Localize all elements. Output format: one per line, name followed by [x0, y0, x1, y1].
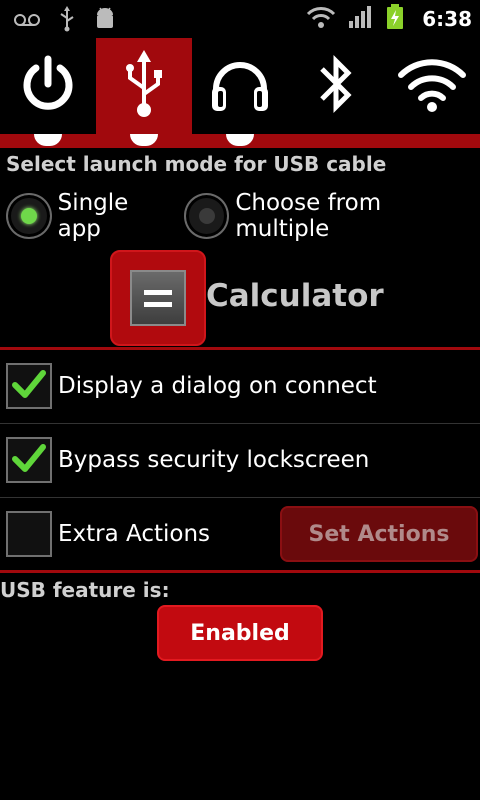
section-divider [0, 347, 480, 350]
app-picker-button[interactable] [110, 250, 206, 346]
checkmark-icon [12, 369, 46, 403]
bluetooth-icon [316, 53, 356, 119]
checkbox-extra-actions[interactable] [6, 511, 52, 557]
radio-choose-multiple-label[interactable]: Choose from multiple [235, 190, 480, 242]
checkbox-bypass-lockscreen[interactable] [6, 437, 52, 483]
usb-icon [122, 48, 166, 124]
wifi-icon [397, 55, 467, 117]
tab-power[interactable] [0, 38, 96, 134]
feature-toggle-button[interactable]: Enabled [157, 605, 323, 661]
wifi-signal-icon [306, 5, 336, 33]
android-debug-icon [94, 7, 116, 35]
launch-mode-radio-group: Single app Choose from multiple [6, 190, 480, 242]
usb-feature-label: USB feature is: [0, 578, 170, 602]
tab-usb[interactable] [96, 38, 192, 134]
clock: 6:38 [422, 7, 472, 31]
radio-single-app[interactable] [6, 193, 52, 239]
checkbox-display-dialog[interactable] [6, 363, 52, 409]
calculator-icon [130, 270, 186, 326]
power-icon [19, 55, 77, 117]
radio-single-app-label[interactable]: Single app [58, 190, 178, 242]
mode-tab-strip [0, 38, 480, 134]
launch-mode-heading: Select launch mode for USB cable [6, 152, 387, 176]
radio-unselected-dot [198, 208, 215, 224]
option-label: Display a dialog on connect [58, 373, 377, 399]
voicemail-icon [14, 12, 40, 31]
radio-selected-dot [20, 208, 37, 224]
row-divider [0, 497, 480, 498]
tab-wifi[interactable] [384, 38, 480, 134]
usb-icon [58, 6, 76, 36]
tab-headphones[interactable] [192, 38, 288, 134]
tab-bluetooth[interactable] [288, 38, 384, 134]
battery-charging-icon [386, 4, 404, 34]
option-display-dialog[interactable]: Display a dialog on connect [6, 363, 377, 409]
option-label: Bypass security lockscreen [58, 447, 370, 473]
selected-app-name: Calculator [206, 278, 384, 314]
checkmark-icon [12, 443, 46, 477]
section-divider [0, 570, 480, 573]
signal-icon [348, 5, 374, 33]
status-bar: 6:38 [0, 0, 480, 38]
radio-choose-multiple[interactable] [183, 193, 230, 239]
set-actions-button[interactable]: Set Actions [280, 506, 478, 562]
headphones-icon [209, 53, 271, 119]
option-label: Extra Actions [58, 521, 211, 547]
row-divider [0, 423, 480, 424]
option-bypass-lockscreen[interactable]: Bypass security lockscreen [6, 437, 369, 483]
option-extra-actions[interactable]: Extra Actions [6, 511, 210, 557]
